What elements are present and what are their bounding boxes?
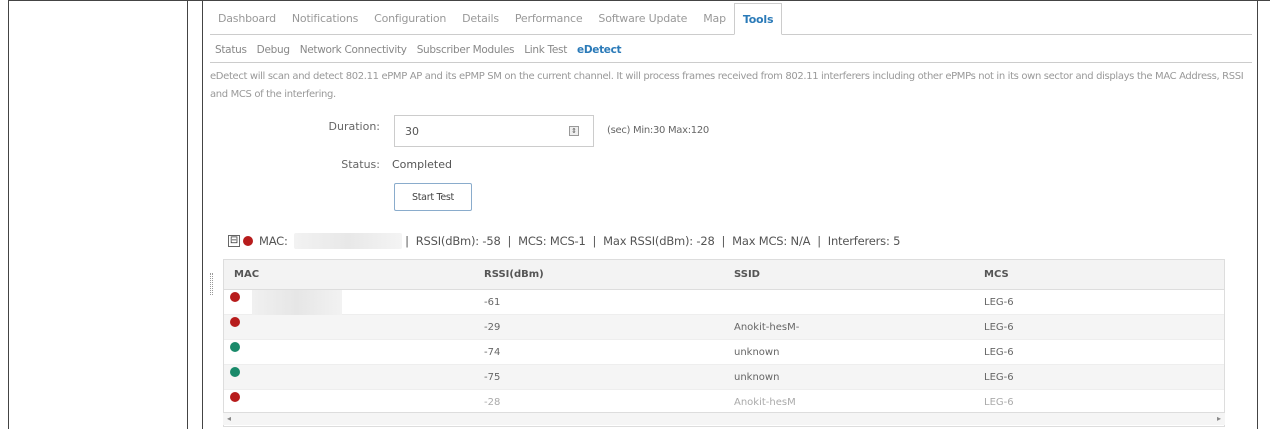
mcs-cell: LEG-6 [984,321,1014,333]
subtab-status[interactable]: Status [210,44,252,56]
ap-summary: ⊟ MAC: | RSSI(dBm): -58 | MCS: MCS-1 | M… [228,231,900,251]
table-divider [202,0,203,429]
rssi-cell: -75 [484,371,501,383]
column-header-ssid[interactable]: SSID [724,269,974,280]
duration-value: 30 [405,124,419,138]
summary-max-mcs: Max MCS: N/A [732,234,811,248]
tab-details[interactable]: Details [454,3,507,34]
subtab-subscriber-modules[interactable]: Subscriber Modules [412,44,520,56]
tab-map[interactable]: Map [695,3,734,34]
ssid-cell: unknown [734,371,780,383]
ssid-cell: unknown [734,346,780,358]
table-row[interactable]: -74 unknown LEG-6 [224,340,1224,365]
table-divider [187,0,188,429]
table-divider [1257,0,1258,429]
resize-grip-icon[interactable] [210,273,213,295]
status-dot-icon [230,342,240,352]
scroll-left-icon[interactable]: ◂ [227,414,231,423]
tab-software-update[interactable]: Software Update [590,3,695,34]
summary-max-rssi: Max RSSI(dBm): -28 [603,234,715,248]
status-dot-icon [230,317,240,327]
collapse-icon[interactable]: ⊟ [228,235,240,247]
mac-cell [224,390,474,415]
column-header-mac[interactable]: MAC [224,269,474,280]
column-header-rssi[interactable]: RSSI(dBm) [474,269,724,280]
mcs-cell: LEG-6 [984,346,1014,358]
edetect-panel: Dashboard Notifications Configuration De… [210,3,1252,429]
separator: | [810,234,828,248]
start-test-button[interactable]: Start Test [394,183,472,211]
mac-cell [224,340,474,365]
primary-tabs: Dashboard Notifications Configuration De… [210,3,1252,35]
mac-cell [224,315,474,340]
duration-hint: (sec) Min:30 Max:120 [607,125,709,136]
tab-notifications[interactable]: Notifications [284,3,366,34]
horizontal-scrollbar[interactable]: ◂ ▸ [223,412,1225,425]
mac-label: MAC: [259,234,288,248]
mcs-cell: LEG-6 [984,371,1014,383]
table-row[interactable]: -29 Anokit-hesM- LEG-6 [224,315,1224,340]
scroll-right-icon[interactable]: ▸ [1217,414,1221,423]
status-dot-icon [230,367,240,377]
duration-label: Duration: [328,120,380,133]
ssid-cell: Anokit-hesM [734,396,796,408]
tab-performance[interactable]: Performance [507,3,591,34]
tab-configuration[interactable]: Configuration [366,3,454,34]
tab-dashboard[interactable]: Dashboard [210,3,284,34]
tab-tools[interactable]: Tools [733,3,783,35]
mac-redacted [252,289,342,315]
table-row[interactable]: -61 LEG-6 [224,289,1224,315]
mcs-cell: LEG-6 [984,396,1014,408]
separator: | [401,234,416,248]
mcs-cell: LEG-6 [984,296,1014,308]
rssi-cell: -28 [484,396,501,408]
ssid-cell: Anokit-hesM- [734,321,800,333]
status-dot-icon [230,392,240,402]
ssid-cell [724,290,974,315]
spinner-icon[interactable]: ⇕ [569,126,579,136]
rssi-cell: -29 [484,321,501,333]
secondary-tabs: Status Debug Network Connectivity Subscr… [210,37,1252,63]
summary-rssi: RSSI(dBm): -58 [415,234,501,248]
mac-redacted [293,233,402,249]
interferers-table: MAC RSSI(dBm) SSID MCS -61 LEG-6 -29 Ano… [223,259,1225,427]
table-header: MAC RSSI(dBm) SSID MCS [224,260,1224,290]
column-header-mcs[interactable]: MCS [974,269,1224,280]
status-dot-icon [230,292,240,302]
summary-interferers: Interferers: 5 [827,234,901,248]
subtab-edetect[interactable]: eDetect [572,44,626,56]
rssi-cell: -74 [484,346,501,358]
table-row[interactable]: -75 unknown LEG-6 [224,365,1224,390]
status-dot-icon [243,236,253,246]
status-label: Status: [341,158,380,171]
rssi-cell: -61 [484,296,501,308]
subtab-debug[interactable]: Debug [252,44,295,56]
separator: | [500,234,519,248]
subtab-link-test[interactable]: Link Test [519,44,572,56]
mac-cell [224,365,474,390]
status-value: Completed [392,158,452,171]
separator: | [714,234,733,248]
edetect-description: eDetect will scan and detect 802.11 ePMP… [210,71,1244,100]
duration-input[interactable]: 30 ⇕ [394,115,594,147]
mac-cell [224,289,474,315]
summary-mcs: MCS: MCS-1 [518,234,586,248]
separator: | [585,234,604,248]
subtab-network-connectivity[interactable]: Network Connectivity [295,44,412,56]
